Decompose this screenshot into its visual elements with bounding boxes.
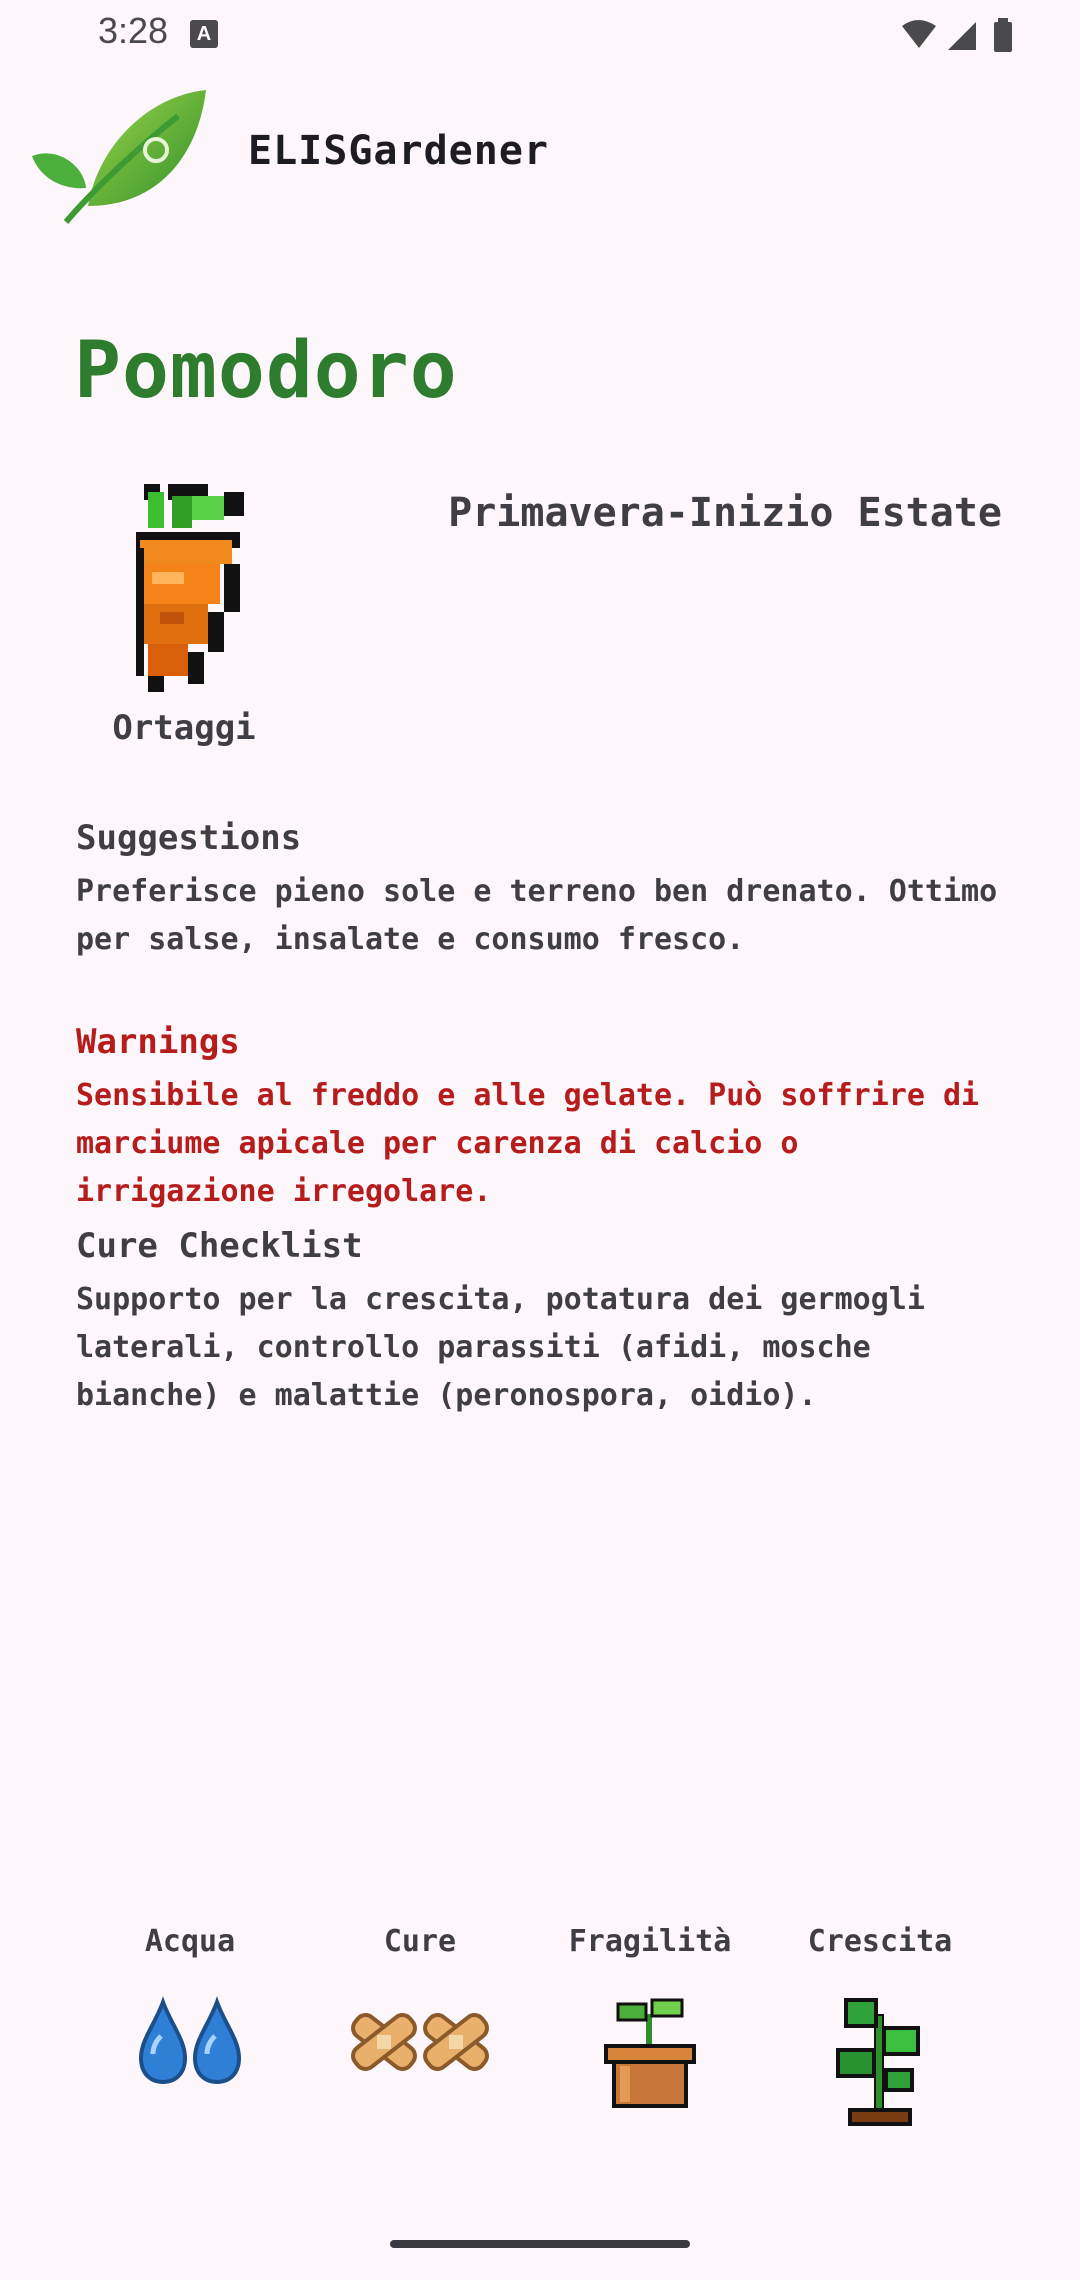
stat-growth: Crescita [780, 1924, 980, 2134]
category-label: Ortaggi [112, 708, 256, 748]
app-title: ELISGardener [248, 128, 549, 174]
status-bar: 3:28 A [0, 0, 1080, 70]
wifi-icon [902, 20, 936, 48]
suggestions-section: Suggestions Preferisce pieno sole e terr… [76, 818, 1006, 964]
carrot-icon [136, 484, 244, 692]
home-gesture-bar[interactable] [390, 2240, 690, 2248]
warnings-section: Warnings Sensibile al freddo e alle gela… [76, 1022, 1006, 1216]
stat-cure: Cure [320, 1924, 520, 2090]
suggestions-text: Preferisce pieno sole e terreno ben dren… [76, 874, 998, 957]
stat-label-growth: Crescita [807, 1924, 953, 1959]
warnings-title: Warnings [76, 1022, 240, 1062]
season-label: Primavera-Inizio Estate [448, 490, 1002, 536]
signal-icon [948, 22, 976, 50]
plant-name: Pomodoro [74, 326, 458, 416]
stat-water: Acqua [90, 1924, 290, 2090]
plant-stats: Acqua Cure Fragilità Crescita [0, 1924, 1080, 2134]
stat-fragility: Fragilità [550, 1924, 750, 2114]
leaf-icon [32, 90, 206, 224]
seedling-icon [836, 1998, 920, 2126]
potted-sprout-icon [604, 1998, 696, 2108]
suggestions-title: Suggestions [76, 818, 302, 858]
status-icons [902, 18, 1012, 52]
cure-checklist-section: Cure Checklist Supporto per la crescita,… [76, 1226, 1006, 1420]
cure-checklist-title: Cure Checklist [76, 1226, 363, 1266]
bandage-icon [351, 2013, 489, 2071]
app-screen: 3:28 A ELISGardener Pomodoro Ortaggi Pri… [0, 0, 1080, 2280]
water-drops-icon [138, 1996, 242, 2085]
notification-icon: A [190, 20, 218, 48]
status-time: 3:28 [98, 10, 169, 51]
stat-label-water: Acqua [144, 1924, 236, 1959]
battery-icon [994, 22, 1012, 52]
stat-label-fragility: Fragilità [568, 1924, 732, 1959]
warnings-text: Sensibile al freddo e alle gelate. Può s… [76, 1078, 980, 1209]
stat-label-cure: Cure [383, 1924, 457, 1959]
cure-checklist-text: Supporto per la crescita, potatura dei g… [76, 1282, 925, 1413]
